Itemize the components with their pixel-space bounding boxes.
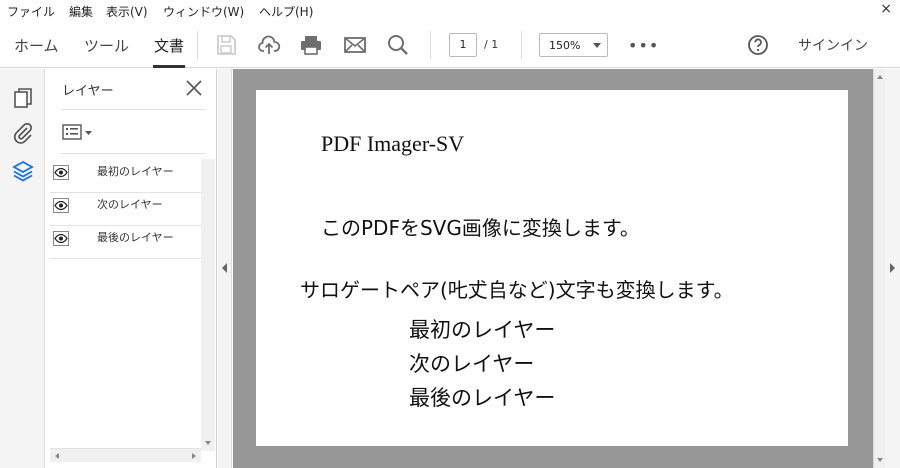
panel-scrollbar-vertical[interactable] [201,159,215,451]
layer-label: 最初のレイヤー [97,165,174,178]
save-icon[interactable] [214,33,238,57]
chevron-down-icon [593,43,601,48]
right-panel-splitter[interactable] [885,69,900,468]
panel-divider [61,109,206,110]
zoom-value: 150% [549,39,581,52]
layers-icon[interactable] [11,159,35,183]
pdf-text-line: このPDFをSVG画像に変換します。 [321,216,640,240]
tab-home[interactable]: ホーム [14,35,59,56]
menu-bar: ファイル 編集 表示(V) ウィンドウ(W) ヘルプ(H) × [0,0,900,21]
toolbar-divider [430,31,431,59]
search-icon[interactable] [386,33,410,57]
more-tools-button[interactable]: ••• [628,36,659,55]
scroll-down-icon[interactable] [877,458,883,462]
sign-in-button[interactable]: サインイン [798,35,868,55]
layers-panel: レイヤー 最初のレイヤー 次のレイヤー 最後のレイヤー [45,69,217,468]
pdf-layer-text: 最後のレイヤー [409,386,556,410]
collapse-left-icon[interactable] [222,263,227,273]
help-icon[interactable] [746,33,770,57]
document-scrollbar[interactable] [873,69,885,468]
print-icon[interactable] [299,33,323,57]
layer-row[interactable]: 最後のレイヤー [50,226,201,259]
tab-tools[interactable]: ツール [84,35,129,56]
document-view[interactable]: PDF Imager-SV このPDFをSVG画像に変換します。 サロゲートペア… [233,69,873,468]
zoom-select[interactable]: 150% [539,33,608,57]
toolbar-divider [521,31,522,59]
pdf-layer-text: 次のレイヤー [409,352,535,376]
close-window-button[interactable]: × [880,1,892,17]
pdf-text-line: サロゲートペア(𠮟𠀋𠂤など)文字も変換します。 [300,278,734,302]
tab-document[interactable]: 文書 [154,35,184,56]
toolbar: ホーム ツール 文書 1 / 1 150% ••• サインイン [0,21,900,68]
scroll-down-icon[interactable] [205,441,211,445]
page-number-input[interactable]: 1 [449,33,477,57]
panel-title: レイヤー [62,84,114,99]
email-icon[interactable] [343,33,367,57]
panel-scrollbar-horizontal[interactable] [50,448,201,462]
pdf-layer-text: 最初のレイヤー [409,318,556,342]
menu-edit[interactable]: 編集 [69,3,93,20]
layer-label: 最後のレイヤー [97,231,174,244]
scroll-left-icon[interactable] [55,453,59,459]
eye-icon[interactable] [53,231,69,246]
eye-icon[interactable] [53,165,69,180]
toolbar-divider [197,31,198,59]
scroll-up-icon[interactable] [877,75,883,79]
eye-icon[interactable] [53,198,69,213]
pdf-title-text: PDF Imager-SV [321,131,465,156]
scroll-right-icon[interactable] [192,453,196,459]
navigation-rail [0,69,45,468]
active-tab-indicator [153,65,185,68]
left-panel-splitter[interactable] [218,69,232,468]
attachment-icon[interactable] [11,121,35,145]
layer-row[interactable]: 最初のレイヤー [50,160,201,193]
panel-divider [61,153,206,154]
layer-options-button[interactable] [62,122,96,142]
menu-file[interactable]: ファイル [7,3,55,20]
layer-label: 次のレイヤー [97,198,163,211]
pdf-page: PDF Imager-SV このPDFをSVG画像に変換します。 サロゲートペア… [256,90,848,446]
menu-window[interactable]: ウィンドウ(W) [163,3,244,20]
page-total-label: / 1 [484,38,499,51]
menu-help[interactable]: ヘルプ(H) [259,3,313,20]
pages-icon[interactable] [11,86,35,110]
cloud-upload-icon[interactable] [257,33,281,57]
expand-right-icon[interactable] [890,263,895,273]
layer-row[interactable]: 次のレイヤー [50,193,201,226]
close-icon[interactable] [184,78,204,98]
menu-view[interactable]: 表示(V) [106,3,148,20]
